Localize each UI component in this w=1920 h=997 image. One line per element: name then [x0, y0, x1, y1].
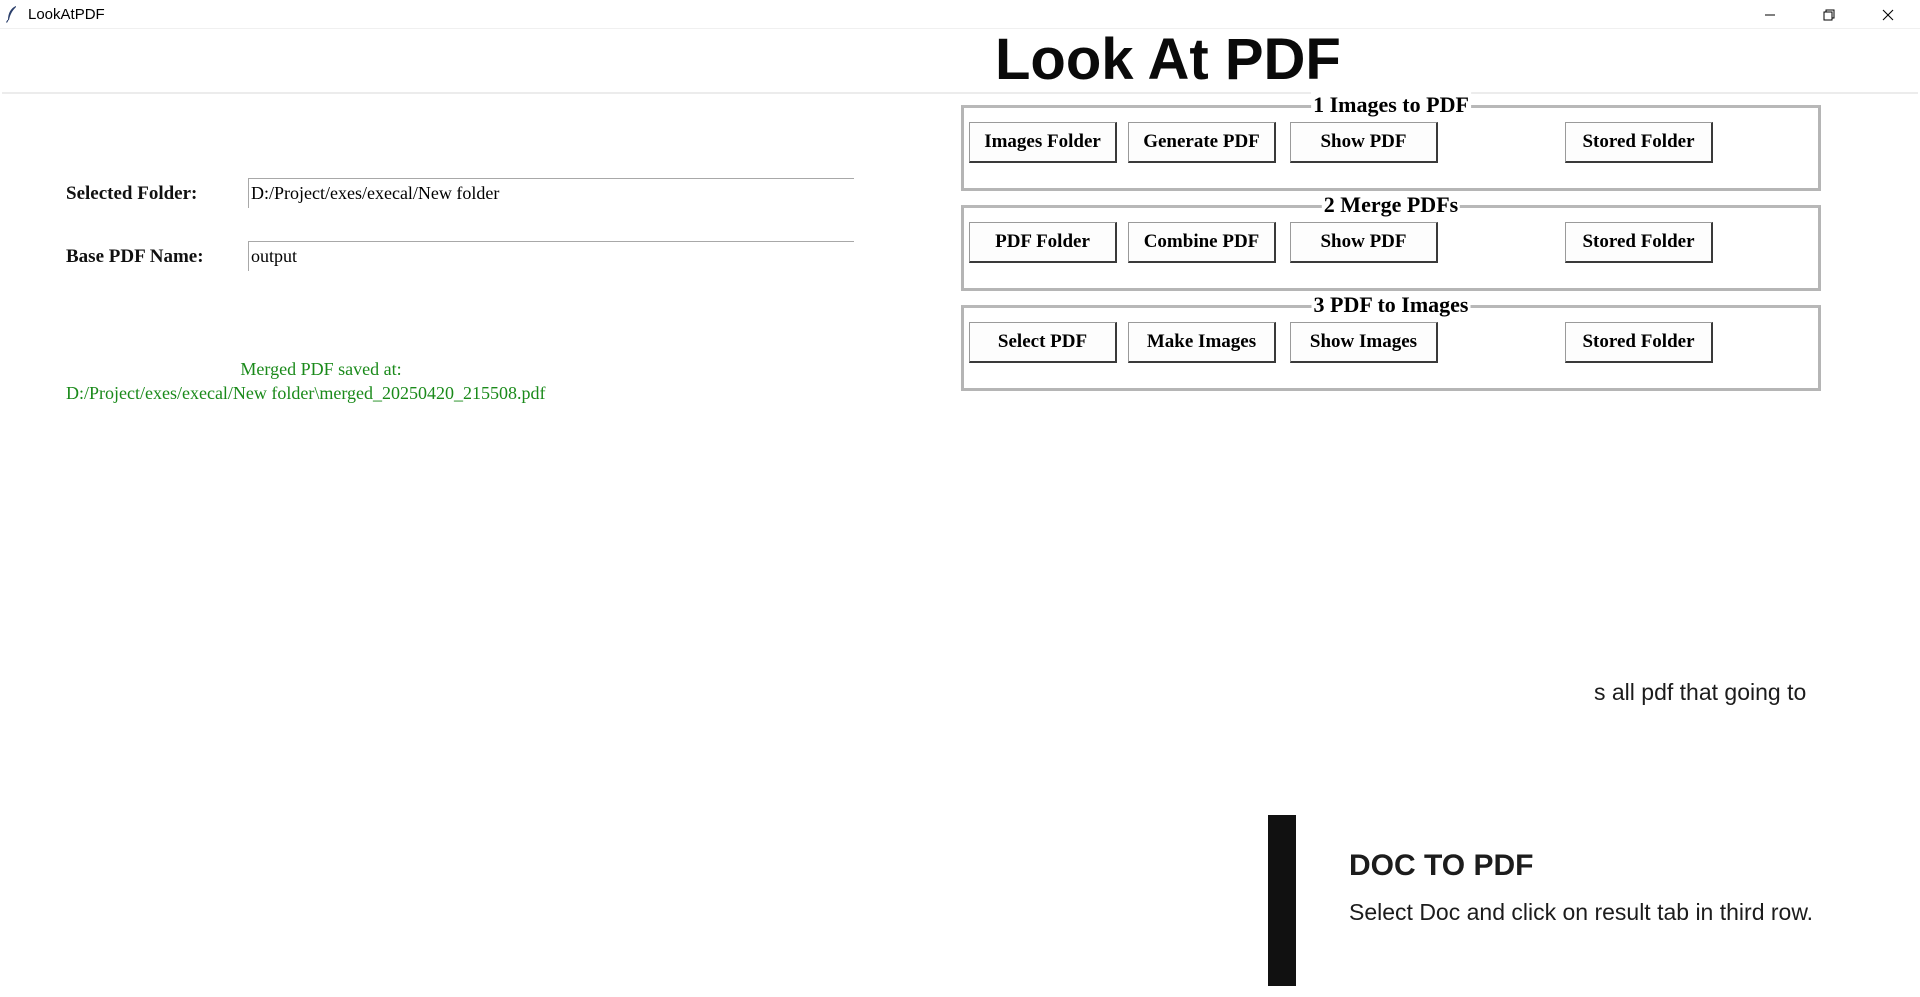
group-merge-pdfs: 2 Merge PDFs PDF Folder Combine PDF Show… [961, 192, 1821, 291]
title-bar: LookAtPDF [0, 0, 1920, 29]
stored-folder-button[interactable]: Stored Folder [1565, 122, 1713, 163]
show-images-button[interactable]: Show Images [1290, 322, 1438, 363]
window-title: LookAtPDF [28, 6, 105, 23]
close-button[interactable] [1859, 0, 1917, 29]
pdf-folder-button[interactable]: PDF Folder [969, 222, 1117, 263]
show-pdf-button[interactable]: Show PDF [1290, 122, 1438, 163]
stored-folder-button[interactable]: Stored Folder [1565, 322, 1713, 363]
doc-fragment-text: s all pdf that going to [1594, 679, 1807, 705]
base-pdf-name-label: Base PDF Name: [66, 246, 204, 267]
stored-folder-button[interactable]: Stored Folder [1565, 222, 1713, 263]
doc-heading: DOC TO PDF [1349, 849, 1534, 882]
generate-pdf-button[interactable]: Generate PDF [1128, 122, 1276, 163]
status-message: Merged PDF saved at: D:/Project/exes/exe… [66, 357, 576, 405]
minimize-button[interactable] [1741, 0, 1799, 29]
minimize-icon [1765, 14, 1775, 15]
group-title: 1 Images to PDF [1311, 92, 1471, 118]
feather-icon [5, 6, 16, 23]
close-icon [1882, 9, 1894, 20]
make-images-button[interactable]: Make Images [1128, 322, 1276, 363]
group-pdf-to-images: 3 PDF to Images Select PDF Make Images S… [961, 292, 1821, 391]
restore-icon [1823, 9, 1835, 20]
group-title: 2 Merge PDFs [1321, 192, 1461, 218]
status-line-2: D:/Project/exes/execal/New folder\merged… [66, 383, 546, 403]
doc-decorative-bar [1268, 815, 1296, 986]
selected-folder-field[interactable] [248, 178, 854, 208]
status-line-1: Merged PDF saved at: [240, 359, 402, 379]
group-images-to-pdf: 1 Images to PDF Images Folder Generate P… [961, 92, 1821, 191]
show-pdf-button[interactable]: Show PDF [1290, 222, 1438, 263]
images-folder-button[interactable]: Images Folder [969, 122, 1117, 163]
app-title: Look At PDF [995, 27, 1341, 92]
doc-body-text: Select Doc and click on result tab in th… [1349, 899, 1814, 925]
restore-button[interactable] [1800, 0, 1858, 29]
base-pdf-name-field[interactable] [248, 241, 854, 271]
header-band [2, 29, 1918, 94]
selected-folder-label: Selected Folder: [66, 183, 198, 204]
combine-pdf-button[interactable]: Combine PDF [1128, 222, 1276, 263]
group-title: 3 PDF to Images [1311, 292, 1471, 318]
select-pdf-button[interactable]: Select PDF [969, 322, 1117, 363]
